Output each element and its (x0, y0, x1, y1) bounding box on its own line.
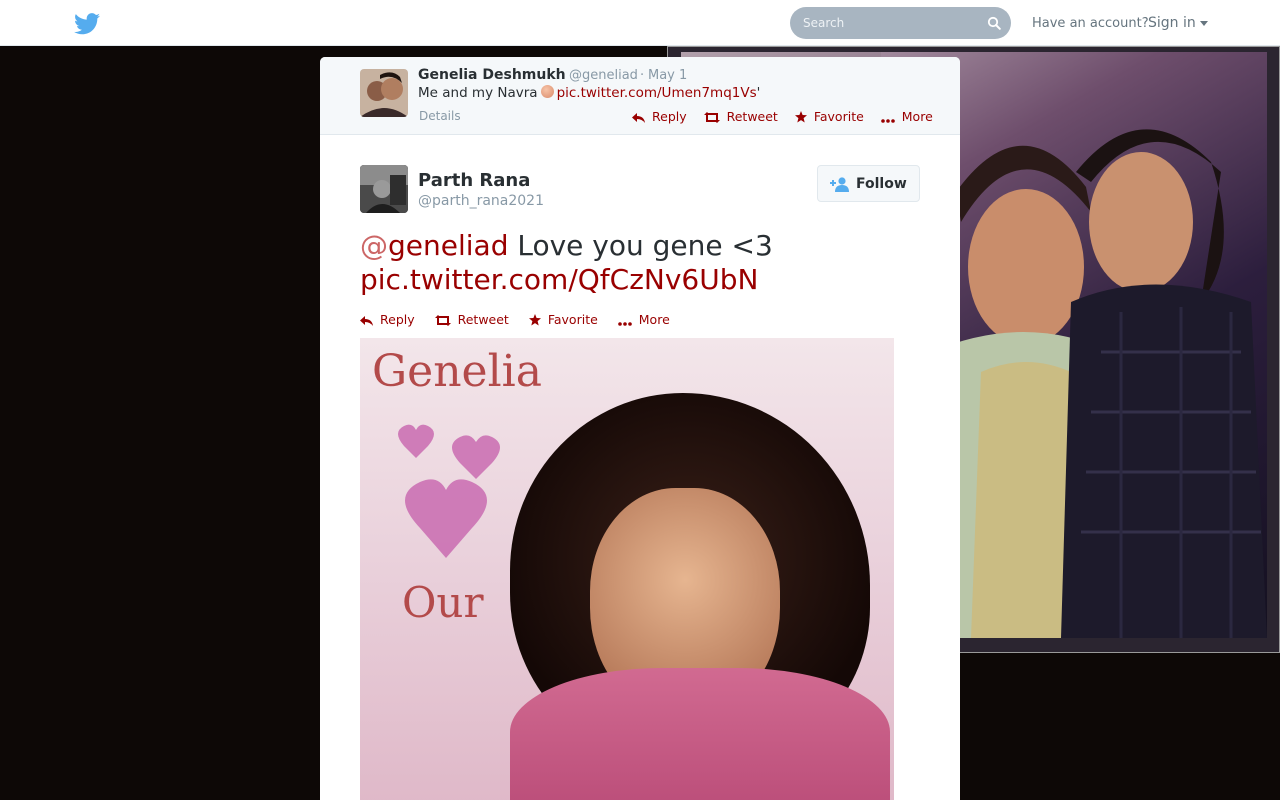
tweet-text: Me and my Navra pic.twitter.com/Umen7mq1V… (418, 85, 760, 101)
avatar-image (360, 165, 408, 213)
retweet-label: Retweet (726, 109, 778, 124)
search-icon[interactable] (987, 16, 1001, 30)
tweet-text-end: ' (756, 85, 761, 101)
more-label: More (901, 109, 933, 124)
reply-label: Reply (652, 109, 687, 124)
more-button[interactable]: More (617, 312, 670, 327)
reply-button[interactable]: Reply (632, 109, 687, 124)
tweet-actions: Reply Retweet Favorite More (632, 109, 946, 124)
retweet-icon (434, 315, 451, 326)
media-caption-word: Genelia (372, 346, 542, 397)
twitter-bird-icon[interactable] (74, 13, 100, 35)
retweet-label: Retweet (457, 312, 509, 327)
favorite-button[interactable]: Favorite (528, 312, 598, 327)
follow-button[interactable]: Follow (817, 165, 920, 202)
retweet-icon (703, 112, 720, 123)
have-account-label: Have an account? (1032, 16, 1149, 31)
media-link[interactable]: pic.twitter.com/Umen7mq1Vs (557, 85, 757, 101)
retweet-button[interactable]: Retweet (703, 109, 778, 124)
star-icon (794, 111, 807, 123)
mention-link[interactable]: geneliad (388, 229, 508, 262)
author-handle[interactable]: @parth_rana2021 (418, 193, 544, 209)
ancestor-tweet[interactable]: Genelia Deshmukh @geneliad · May 1 Me an… (320, 57, 960, 135)
search-input[interactable] (790, 7, 980, 39)
media-caption-word: Our (402, 578, 484, 627)
author-name[interactable]: Genelia Deshmukh (418, 67, 566, 83)
more-dots-icon (880, 119, 895, 123)
chevron-down-icon (1199, 20, 1208, 26)
avatar-image (360, 69, 408, 117)
media-hearts (398, 424, 500, 558)
reply-label: Reply (380, 312, 415, 327)
follow-label: Follow (856, 176, 907, 192)
favorite-button[interactable]: Favorite (794, 109, 864, 124)
follow-user-icon (830, 177, 849, 192)
separator-dot: · (640, 68, 645, 83)
avatar[interactable] (360, 69, 408, 117)
reply-icon (360, 316, 373, 326)
tweet-media-image[interactable]: Genelia Our (360, 338, 894, 800)
more-label: More (638, 312, 670, 327)
mention-at-sign[interactable]: @ (360, 229, 388, 262)
media-link[interactable]: pic.twitter.com/QfCzNv6UbN (360, 263, 758, 296)
star-icon (528, 314, 541, 326)
details-link[interactable]: Details (419, 109, 461, 123)
tweet-actions: Reply Retweet Favorite More (360, 312, 686, 327)
author-handle[interactable]: @geneliad (569, 68, 638, 83)
author-name[interactable]: Parth Rana (418, 170, 530, 191)
tweet-timestamp[interactable]: May 1 (648, 68, 687, 83)
emoji-icon (540, 85, 554, 98)
favorite-label: Favorite (547, 312, 598, 327)
more-button[interactable]: More (880, 109, 933, 124)
avatar[interactable] (360, 165, 408, 213)
more-dots-icon (617, 322, 632, 326)
favorite-label: Favorite (813, 109, 864, 124)
reply-button[interactable]: Reply (360, 312, 415, 327)
sign-in-label: Sign in (1148, 15, 1196, 31)
tweet-text: @geneliad Love you gene <3 pic.twitter.co… (360, 229, 920, 297)
sign-in-link[interactable]: Sign in (1148, 15, 1208, 31)
search-box[interactable] (790, 7, 1011, 39)
reply-icon (632, 113, 645, 123)
tweet-body: Love you gene <3 (508, 229, 773, 262)
top-navigation-bar: Have an account? Sign in (0, 0, 1280, 46)
tweet-permalink-card: Genelia Deshmukh @geneliad · May 1 Me an… (320, 57, 960, 800)
tweet-text-start: Me and my Navra (418, 85, 538, 101)
retweet-button[interactable]: Retweet (434, 312, 509, 327)
